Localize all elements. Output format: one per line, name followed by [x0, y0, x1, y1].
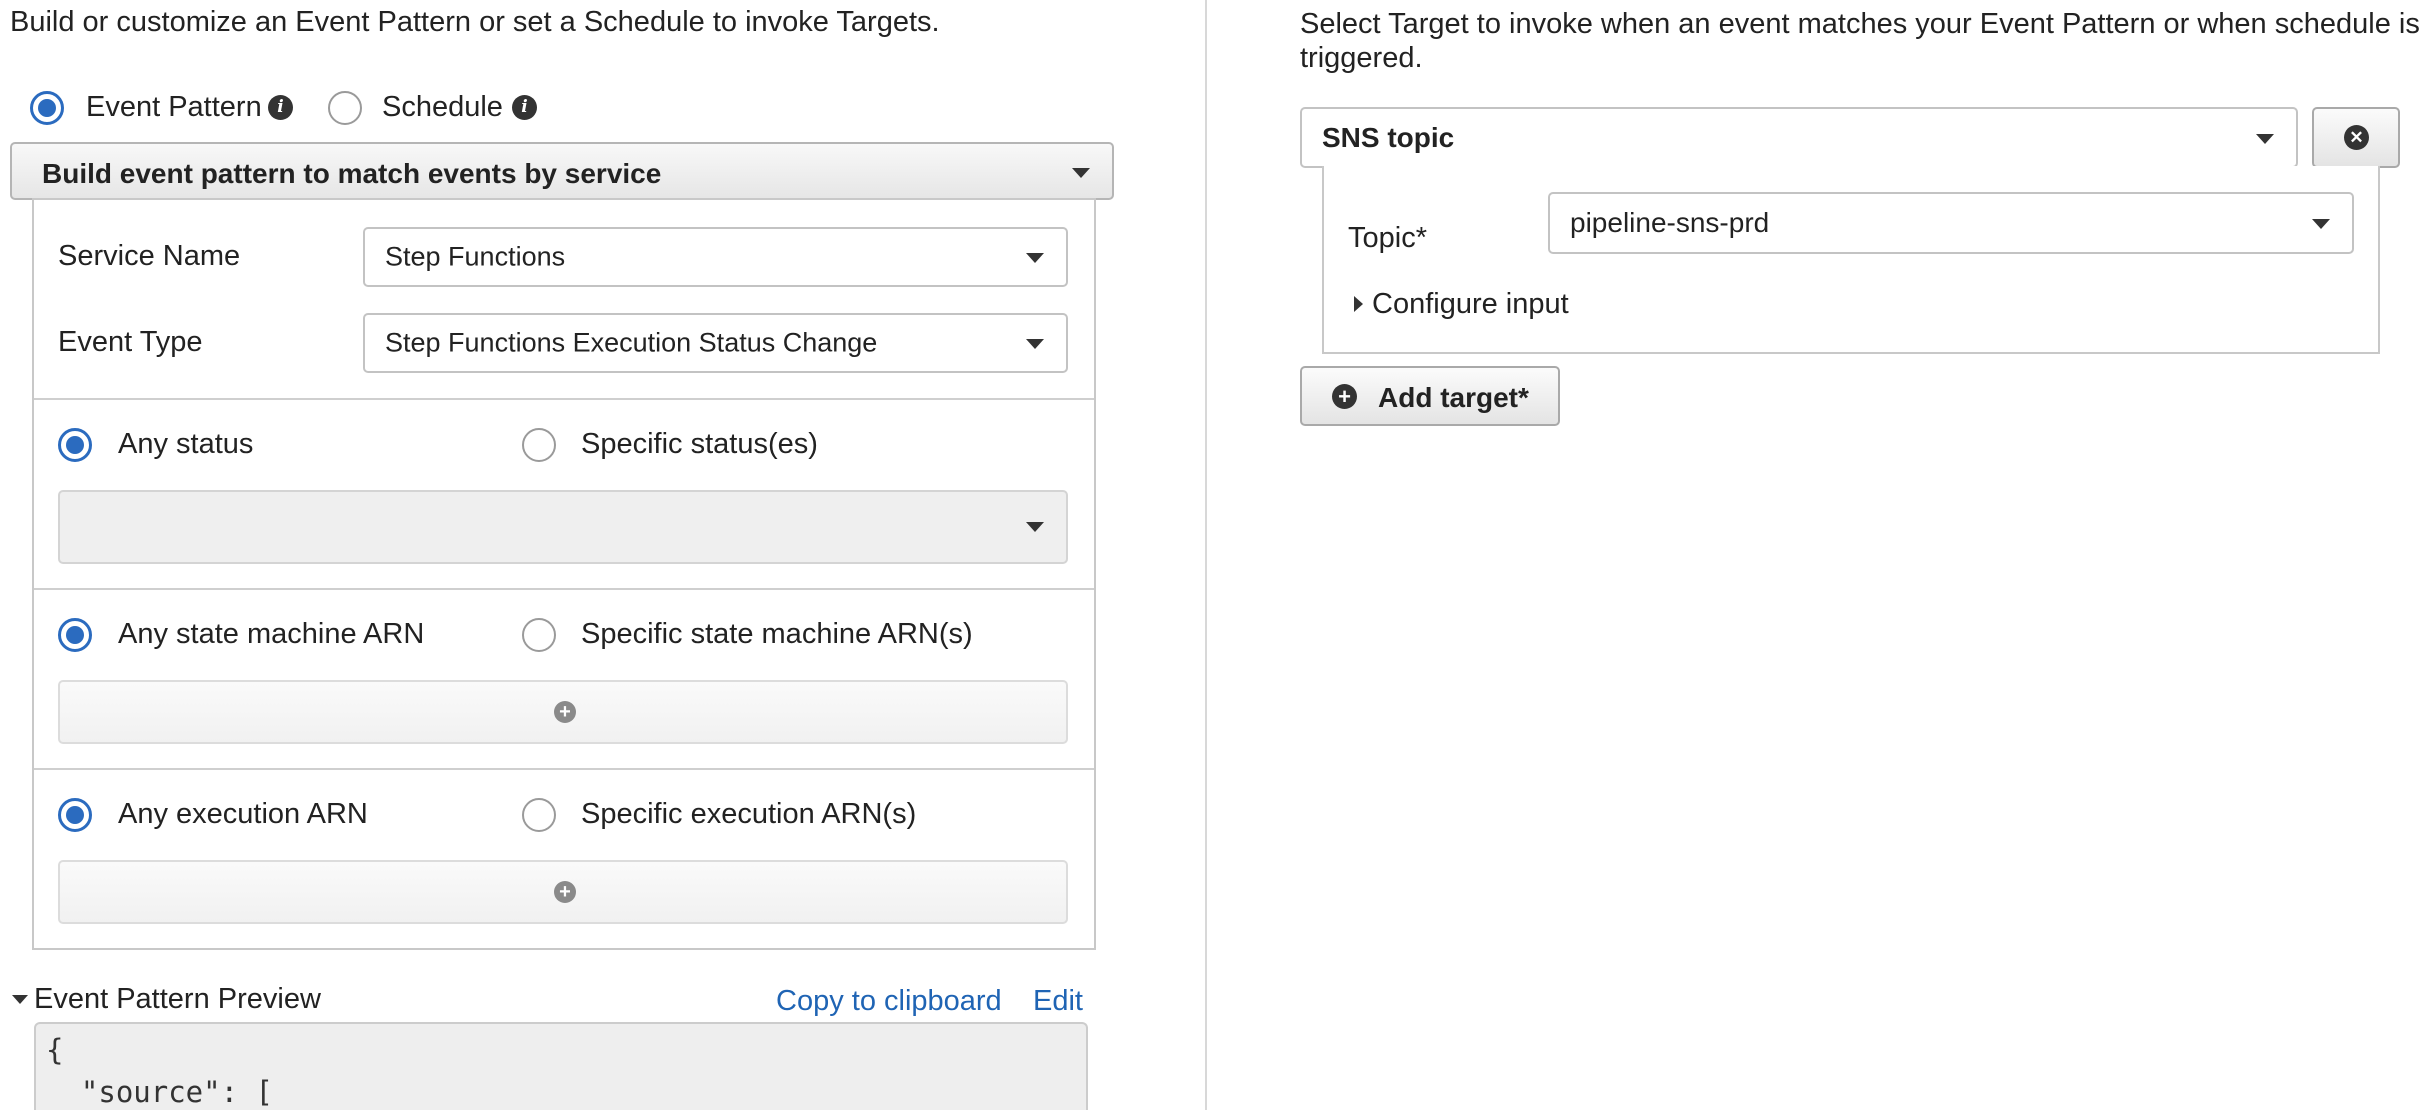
topic-select[interactable]: pipeline-sns-prd — [1548, 192, 2354, 254]
info-icon[interactable]: i — [268, 95, 293, 120]
caret-down-icon — [2312, 219, 2330, 229]
copy-to-clipboard-link[interactable]: Copy to clipboard — [776, 985, 1002, 1018]
event-pattern-label[interactable]: Event Pattern — [86, 93, 262, 122]
any-status-label[interactable]: Any status — [118, 430, 253, 459]
radio-specific-state-machine[interactable] — [522, 618, 556, 652]
schedule-label[interactable]: Schedule — [382, 93, 503, 122]
radio-specific-execution[interactable] — [522, 798, 556, 832]
target-type-value: SNS topic — [1322, 121, 1455, 153]
target-type-select[interactable]: SNS topic — [1300, 107, 2298, 168]
caret-down-icon — [1026, 522, 1044, 532]
code-line: { — [46, 1033, 64, 1067]
event-pattern-panel: Service Name Step Functions Event Type S… — [32, 198, 1096, 950]
event-type-label: Event Type — [58, 326, 203, 358]
topic-label: Topic* — [1348, 222, 1427, 254]
expand-triangle-icon[interactable] — [1354, 296, 1363, 312]
event-pattern-builder-dropdown[interactable]: Build event pattern to match events by s… — [10, 142, 1114, 200]
add-execution-arn-button[interactable]: + — [58, 860, 1068, 924]
specific-status-label[interactable]: Specific status(es) — [581, 430, 818, 459]
add-state-machine-arn-button[interactable]: + — [58, 680, 1068, 744]
any-state-machine-label[interactable]: Any state machine ARN — [118, 620, 424, 649]
info-icon[interactable]: i — [512, 95, 537, 120]
targets-description-line1: Select Target to invoke when an event ma… — [1300, 8, 2420, 40]
service-name-value: Step Functions — [385, 241, 566, 272]
event-pattern-preview-title[interactable]: Event Pattern Preview — [34, 985, 321, 1014]
targets-description-line2: triggered. — [1300, 42, 1423, 74]
edit-link[interactable]: Edit — [1033, 985, 1083, 1018]
plus-circle-icon: + — [554, 701, 576, 723]
column-divider — [1205, 0, 1207, 1110]
add-target-button[interactable]: + Add target* — [1300, 366, 1560, 426]
status-select-disabled — [58, 490, 1068, 564]
radio-any-status[interactable] — [58, 428, 92, 462]
caret-down-icon — [1026, 253, 1044, 263]
divider — [34, 398, 1094, 400]
event-source-description: Build or customize an Event Pattern or s… — [10, 6, 940, 38]
event-type-value: Step Functions Execution Status Change — [385, 327, 878, 358]
configure-input-toggle[interactable]: Configure input — [1372, 290, 1569, 319]
plus-circle-icon: + — [554, 881, 576, 903]
plus-circle-icon: + — [1332, 384, 1357, 409]
event-type-select[interactable]: Step Functions Execution Status Change — [363, 313, 1068, 373]
caret-down-icon — [1026, 339, 1044, 349]
target-config-panel: Topic* pipeline-sns-prd Configure input — [1322, 166, 2380, 354]
service-name-select[interactable]: Step Functions — [363, 227, 1068, 287]
radio-any-state-machine[interactable] — [58, 618, 92, 652]
add-target-label: Add target* — [1378, 382, 1529, 413]
remove-target-button[interactable]: ✕ — [2312, 107, 2400, 168]
code-line: "source": [ — [46, 1075, 273, 1109]
collapse-triangle-icon[interactable] — [12, 995, 28, 1004]
caret-down-icon — [2256, 133, 2274, 144]
radio-schedule[interactable] — [328, 91, 362, 125]
divider — [34, 768, 1094, 770]
specific-state-machine-label[interactable]: Specific state machine ARN(s) — [581, 620, 973, 649]
any-execution-label[interactable]: Any execution ARN — [118, 800, 368, 829]
service-name-label: Service Name — [58, 240, 241, 272]
builder-dropdown-label: Build event pattern to match events by s… — [42, 158, 662, 189]
close-circle-icon: ✕ — [2344, 125, 2369, 150]
radio-any-execution[interactable] — [58, 798, 92, 832]
radio-specific-status[interactable] — [522, 428, 556, 462]
event-pattern-code[interactable]: { "source": [ — [34, 1022, 1088, 1110]
specific-execution-label[interactable]: Specific execution ARN(s) — [581, 800, 916, 829]
divider — [34, 588, 1094, 590]
caret-down-icon — [1072, 168, 1090, 178]
radio-event-pattern[interactable] — [30, 91, 64, 125]
topic-value: pipeline-sns-prd — [1570, 207, 1770, 238]
